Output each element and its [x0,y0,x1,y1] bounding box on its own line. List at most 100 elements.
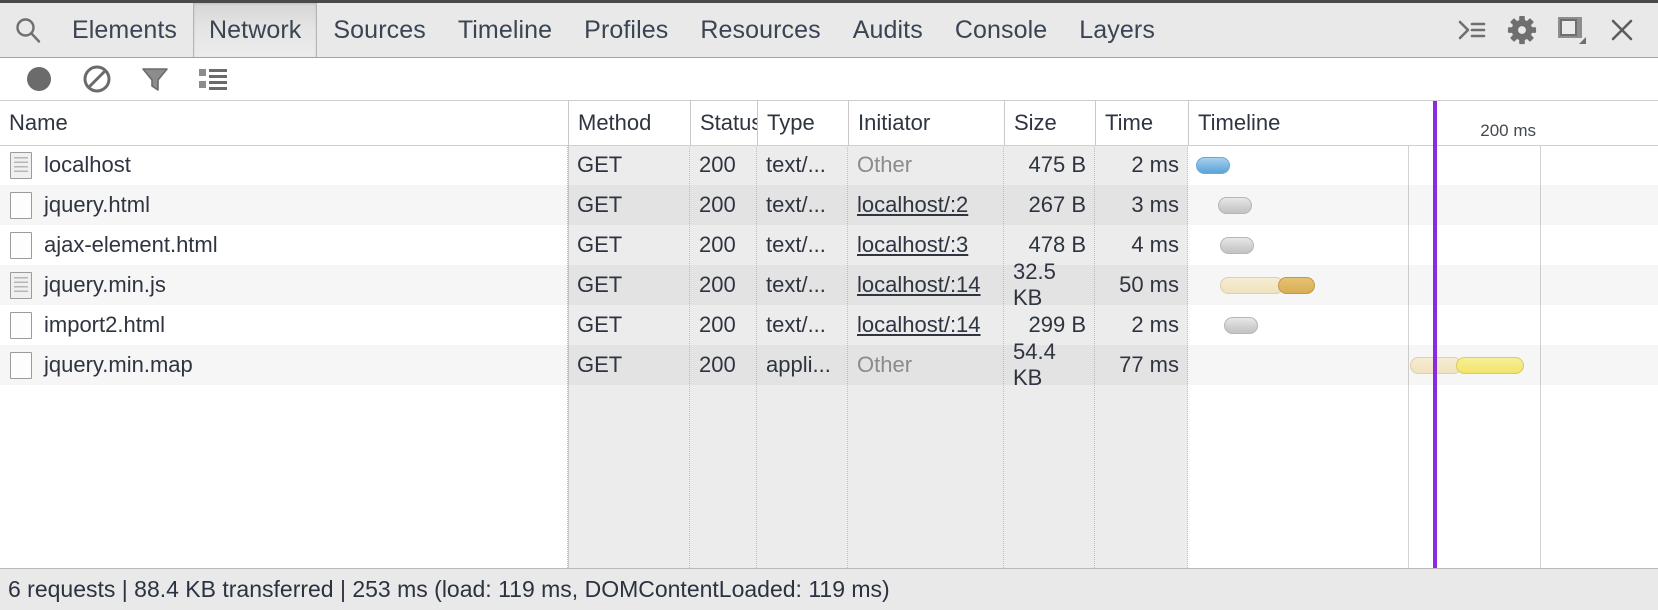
settings-gear-icon [1507,15,1537,45]
header-label: Status [700,110,763,135]
time-value: 50 ms [1119,272,1179,297]
time-value: 77 ms [1119,352,1179,377]
cell-name[interactable]: jquery.html [0,185,568,225]
settings-button[interactable] [1500,8,1544,52]
status-value: 200 [699,312,736,337]
header-label: Type [767,110,815,135]
table-row[interactable]: ajax-element.html GET 200 text/... local… [0,225,1658,265]
request-name: import2.html [44,312,166,337]
column-header-size[interactable]: Size [1004,101,1095,145]
tab-layers[interactable]: Layers [1063,3,1171,57]
tab-network[interactable]: Network [193,3,318,57]
tab-label: Audits [852,15,923,44]
header-label: Initiator [858,110,931,135]
close-button[interactable] [1600,8,1644,52]
cell-time: 77 ms [1095,345,1188,385]
waterfall-bar [1196,157,1230,174]
table-row[interactable]: import2.html GET 200 text/... localhost/… [0,305,1658,345]
cell-name[interactable]: ajax-element.html [0,225,568,265]
large-rows-button[interactable] [184,59,242,99]
initiator-link[interactable]: localhost/:14 [857,272,981,298]
cell-timeline [1188,265,1658,305]
console-drawer-button[interactable] [1450,8,1494,52]
tab-audits[interactable]: Audits [837,3,939,57]
column-header-initiator[interactable]: Initiator [848,101,1004,145]
initiator-link[interactable]: localhost/:14 [857,312,981,338]
initiator-link[interactable]: localhost/:3 [857,232,968,258]
dock-position-button[interactable] [1550,8,1594,52]
network-request-table[interactable]: Name Method Status Type Initiator Size T… [0,100,1658,568]
request-name: ajax-element.html [44,232,218,257]
dock-position-icon [1558,17,1586,44]
request-name: jquery.min.js [44,272,166,297]
summary-text: 6 requests | 88.4 KB transferred | 253 m… [8,576,890,602]
clear-no-entry-icon [83,65,111,93]
waterfall-bar [1224,317,1258,334]
cell-type: text/... [757,145,848,185]
tab-console[interactable]: Console [939,3,1063,57]
size-value: 32.5 KB [1013,259,1056,310]
column-header-method[interactable]: Method [568,101,690,145]
cell-timeline [1188,305,1658,345]
close-icon [1611,19,1633,41]
cell-initiator[interactable]: localhost/:2 [848,185,1004,225]
time-value: 4 ms [1131,232,1179,257]
cell-initiator[interactable]: localhost/:3 [848,225,1004,265]
cell-initiator[interactable]: localhost/:14 [848,265,1004,305]
tab-timeline[interactable]: Timeline [442,3,568,57]
cell-name[interactable]: jquery.min.js [0,265,568,305]
request-rows: localhost GET 200 text/... Other 475 B 2… [0,145,1658,390]
request-name: jquery.html [44,192,150,217]
method-value: GET [577,312,623,337]
blank-file-icon [10,311,32,339]
cell-method: GET [568,225,690,265]
network-toolbar [0,58,1658,100]
column-header-name[interactable]: Name [0,101,568,145]
method-value: GET [577,232,623,257]
type-value: text/... [766,152,826,177]
filter-funnel-icon [142,68,168,91]
cell-method: GET [568,265,690,305]
header-label: Name [9,110,68,135]
table-row[interactable]: jquery.min.js GET 200 text/... localhost… [0,259,1658,310]
cell-type: text/... [757,185,848,225]
timeline-tick-label: 200 ms [1480,121,1536,140]
tab-sources[interactable]: Sources [317,3,441,57]
column-header-type[interactable]: Type [757,101,848,145]
tab-bar-right [1450,3,1658,57]
table-row[interactable]: jquery.min.map GET 200 appli... Other 54… [0,339,1658,390]
cell-name[interactable]: import2.html [0,305,568,345]
tab-resources[interactable]: Resources [684,3,836,57]
search-icon [16,18,41,43]
blank-file-icon [10,231,32,259]
cell-name[interactable]: localhost [0,145,568,185]
tab-profiles[interactable]: Profiles [568,3,684,57]
method-value: GET [577,192,623,217]
cell-method: GET [568,145,690,185]
filter-button[interactable] [126,59,184,99]
cell-name[interactable]: jquery.min.map [0,345,568,385]
column-header-time[interactable]: Time [1095,101,1188,145]
document-file-icon [10,151,32,179]
search-button[interactable] [0,3,56,57]
blank-file-icon [10,191,32,219]
waterfall-bar-download [1456,357,1524,374]
clear-button[interactable] [68,59,126,99]
initiator-value: Other [857,352,913,377]
status-value: 200 [699,192,736,217]
initiator-link[interactable]: localhost/:2 [857,192,968,218]
table-row[interactable]: jquery.html GET 200 text/... localhost/:… [0,185,1658,225]
tab-elements[interactable]: Elements [56,3,193,57]
size-value: 475 B [1028,152,1087,177]
panel-tabs: Elements Network Sources Timeline Profil… [56,3,1171,57]
column-header-status[interactable]: Status [690,101,762,145]
table-row[interactable]: localhost GET 200 text/... Other 475 B 2… [0,145,1658,185]
cell-time: 50 ms [1095,265,1188,305]
header-label: Timeline [1198,110,1281,135]
cell-initiator[interactable]: localhost/:14 [848,305,1004,345]
cell-initiator: Other [848,145,1004,185]
record-button[interactable] [10,59,68,99]
cell-timeline [1188,345,1658,385]
method-value: GET [577,352,623,377]
cell-status: 200 [690,145,757,185]
